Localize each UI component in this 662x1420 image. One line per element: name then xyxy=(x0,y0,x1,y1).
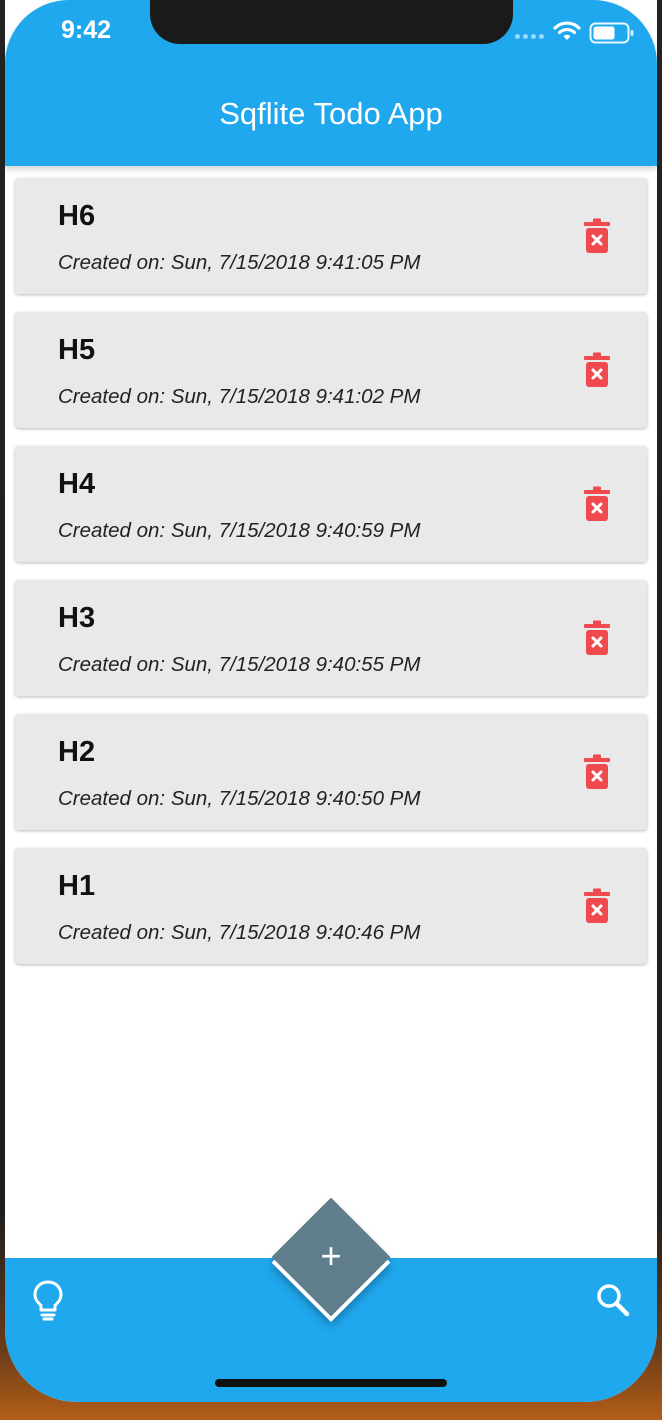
todo-title: H6 xyxy=(58,200,96,232)
todo-title: H3 xyxy=(58,602,96,634)
todo-card[interactable]: H2 Created on: Sun, 7/15/2018 9:40:50 PM xyxy=(15,714,647,830)
todo-created-date: Created on: Sun, 7/15/2018 9:40:55 PM xyxy=(58,653,421,676)
todo-card[interactable]: H4 Created on: Sun, 7/15/2018 9:40:59 PM xyxy=(15,446,647,562)
page-title: Sqflite Todo App xyxy=(219,96,443,131)
cellular-signal-icon xyxy=(515,34,544,39)
status-time: 9:42 xyxy=(61,16,112,44)
home-indicator[interactable] xyxy=(215,1379,447,1387)
search-icon[interactable] xyxy=(595,1282,631,1318)
delete-icon[interactable] xyxy=(583,218,611,254)
todo-created-date: Created on: Sun, 7/15/2018 9:40:46 PM xyxy=(58,921,421,944)
todo-card[interactable]: H3 Created on: Sun, 7/15/2018 9:40:55 PM xyxy=(15,580,647,696)
delete-icon[interactable] xyxy=(583,486,611,522)
todo-title: H1 xyxy=(58,870,96,902)
delete-icon[interactable] xyxy=(583,754,611,790)
delete-icon[interactable] xyxy=(583,888,611,924)
todo-card[interactable]: H1 Created on: Sun, 7/15/2018 9:40:46 PM xyxy=(15,848,647,964)
todo-created-date: Created on: Sun, 7/15/2018 9:41:05 PM xyxy=(58,251,421,274)
todo-created-date: Created on: Sun, 7/15/2018 9:41:02 PM xyxy=(58,385,421,408)
delete-icon[interactable] xyxy=(583,352,611,388)
add-todo-button[interactable]: + xyxy=(271,1197,391,1317)
lightbulb-icon[interactable] xyxy=(31,1279,65,1321)
plus-icon: + xyxy=(320,1235,342,1276)
todo-card[interactable]: H6 Created on: Sun, 7/15/2018 9:41:05 PM xyxy=(15,178,647,294)
wifi-icon xyxy=(553,21,581,40)
todo-title: H5 xyxy=(58,334,96,366)
todo-title: H4 xyxy=(58,468,96,500)
todo-created-date: Created on: Sun, 7/15/2018 9:40:59 PM xyxy=(58,519,421,542)
todo-title: H2 xyxy=(58,736,96,768)
battery-icon xyxy=(589,22,634,44)
device-notch xyxy=(150,0,513,44)
delete-icon[interactable] xyxy=(583,620,611,656)
phone-screen: 9:42 Sqflite Todo App H6 Created on: Sun… xyxy=(5,0,657,1402)
todo-card[interactable]: H5 Created on: Sun, 7/15/2018 9:41:02 PM xyxy=(15,312,647,428)
todo-list: H6 Created on: Sun, 7/15/2018 9:41:05 PM… xyxy=(15,178,647,982)
todo-created-date: Created on: Sun, 7/15/2018 9:40:50 PM xyxy=(58,787,421,810)
